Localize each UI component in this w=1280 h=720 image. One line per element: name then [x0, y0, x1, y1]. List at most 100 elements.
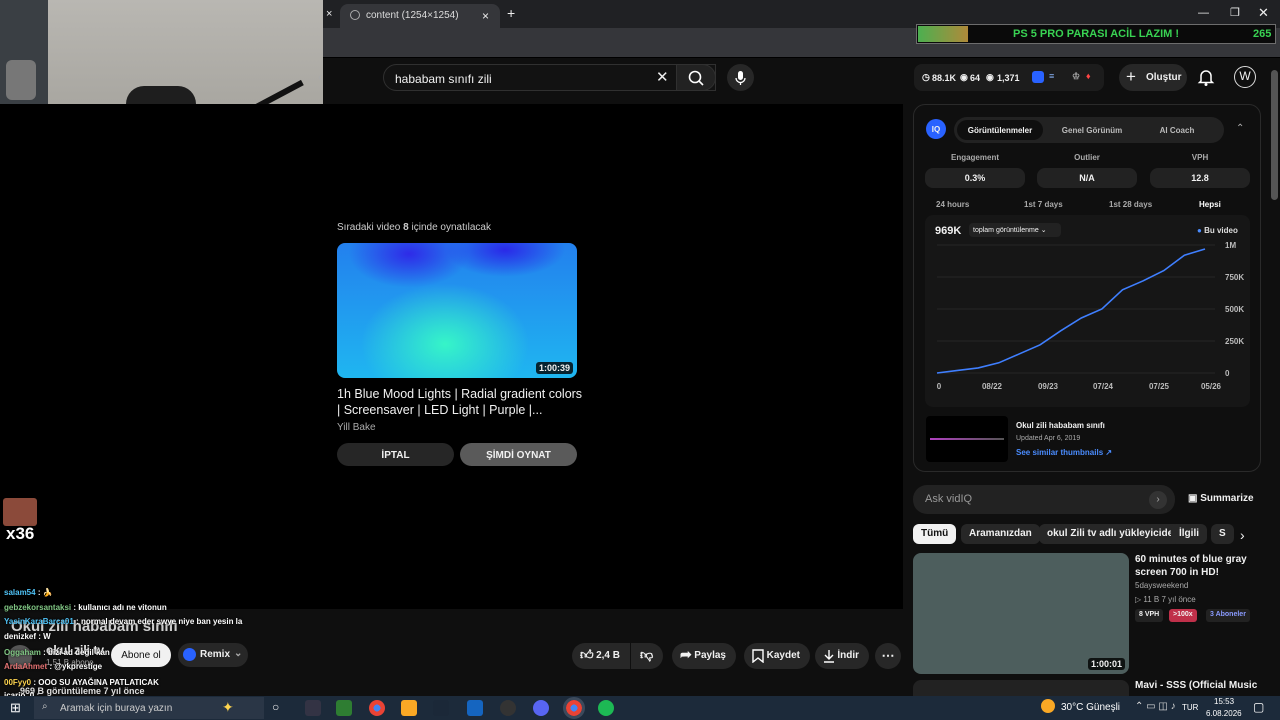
tab-ai-coach[interactable]: AI Coach — [1134, 120, 1220, 140]
subscribe-button[interactable]: Abone ol — [111, 643, 171, 667]
range-tab[interactable]: 1st 7 days — [1024, 200, 1063, 209]
book-icon: ▣ — [1188, 493, 1198, 504]
donation-text: PS 5 PRO PARASI ACİL LAZIM ! — [1013, 28, 1180, 40]
next-video-thumbnail[interactable]: 1:00:39 — [337, 243, 577, 378]
summarize-label: Summarize — [1200, 493, 1254, 504]
close-tab-icon[interactable]: × — [482, 9, 489, 23]
create-button[interactable]: + Oluştur — [1119, 64, 1187, 91]
collapse-icon[interactable]: ⌃ — [1236, 123, 1244, 134]
weather-text[interactable]: 30°C Güneşli — [1061, 702, 1120, 713]
browser-tab[interactable]: content (1254×1254) × — [340, 4, 500, 28]
range-tab[interactable]: 24 hours — [936, 200, 969, 209]
search-button[interactable] — [676, 64, 716, 91]
range-tab[interactable]: Hepsi — [1199, 200, 1221, 209]
metric-value: 12.8 — [1150, 168, 1250, 188]
obs-icon[interactable] — [500, 700, 516, 716]
more-actions-button[interactable]: ⋯ — [875, 643, 901, 669]
chart-svg: 0 250K 500K 750K 1M 0 08/22 09/23 07/24 07/25 05/2… — [937, 241, 1245, 391]
notification-center-icon[interactable]: ▢ — [1253, 700, 1264, 714]
cancel-autoplay-button[interactable]: İPTAL — [337, 443, 454, 466]
ask-vidiq-input[interactable]: Ask vidIQ › — [913, 485, 1175, 514]
task-view-icon[interactable]: ○ — [272, 700, 279, 714]
save-button[interactable]: Kaydet — [744, 643, 810, 669]
bell-alert-icon[interactable]: ♦ — [1086, 71, 1091, 81]
bookmark-icon — [752, 649, 764, 663]
discord-icon[interactable] — [533, 700, 549, 716]
chat-text: : @ykprestige — [47, 662, 103, 671]
vidiq-panel: IQ Görüntülenmeler Genel Görünüm AI Coac… — [913, 104, 1261, 472]
chat-username: Oggaham — [4, 648, 41, 657]
like-button[interactable]: 👍︎ 2,4 B — [572, 643, 630, 669]
filter-chip[interactable]: İlgili — [1171, 524, 1207, 544]
folder-icon[interactable] — [401, 700, 417, 716]
stat-views: 88.1K — [932, 73, 957, 83]
recommended-meta: ▷ 11 B 7 yıl önce — [1135, 595, 1196, 604]
notifications-button[interactable] — [1195, 66, 1217, 88]
new-tab-icon[interactable]: + — [507, 5, 515, 21]
page-scrollbar[interactable] — [1271, 70, 1278, 200]
save-label: Kaydet — [766, 650, 800, 661]
chat-text: : 🍌 — [35, 588, 53, 597]
avatar[interactable]: W — [1234, 66, 1256, 88]
windows-start-icon[interactable]: ⊞ — [10, 700, 21, 716]
waveform — [930, 438, 1004, 440]
next-video-title[interactable]: 1h Blue Mood Lights | Radial gradient co… — [337, 386, 597, 418]
chat-text: : normal devam eder swye niye ban yesin … — [73, 617, 243, 626]
metric-value: 0.3% — [925, 168, 1025, 188]
clock-time[interactable]: 15:53 — [1214, 697, 1234, 706]
thumbs-up-icon: 👍︎ — [580, 647, 594, 662]
voice-search-button[interactable] — [727, 64, 754, 91]
x-tick-label: 0 — [937, 382, 942, 391]
recommended-thumbnail[interactable]: 1:00:01 — [913, 553, 1129, 674]
globe-icon — [350, 10, 360, 20]
play-now-button[interactable]: ŞİMDİ OYNAT — [460, 443, 577, 466]
close-tab-icon[interactable]: × — [326, 8, 332, 20]
steam-icon[interactable] — [433, 700, 449, 716]
clear-search-icon[interactable]: ✕ — [656, 68, 669, 86]
stat-count: 1,371 — [997, 73, 1020, 83]
tray-icons[interactable]: ⌃ ▭ ◫ ♪ — [1135, 701, 1176, 712]
x-tick-label: 08/22 — [982, 382, 1003, 391]
related-thumbnail[interactable] — [926, 416, 1008, 462]
language-indicator[interactable]: TUR — [1182, 703, 1198, 712]
store-icon[interactable] — [336, 700, 352, 716]
dislike-button[interactable]: 👎︎ — [631, 643, 663, 669]
chrome-active-icon[interactable] — [563, 697, 585, 719]
send-icon[interactable]: › — [1149, 491, 1167, 509]
close-window-icon[interactable]: ✕ — [1258, 5, 1269, 21]
trophy-icon[interactable]: ♔ — [1072, 71, 1080, 82]
recommended-thumbnail-2[interactable] — [913, 680, 1129, 696]
minimize-icon[interactable]: — — [1198, 7, 1209, 19]
spotify-icon[interactable] — [598, 700, 614, 716]
filter-chip[interactable]: Aramanızdan — [961, 524, 1040, 544]
download-button[interactable]: İndir — [815, 643, 869, 669]
list-icon[interactable]: ≡ — [1049, 71, 1054, 81]
filter-chip[interactable]: S — [1211, 524, 1234, 544]
donation-bar: PS 5 PRO PARASI ACİL LAZIM ! 265 — [916, 24, 1276, 44]
filter-chip[interactable]: okul Zili tv adlı yükleyiciden — [1039, 524, 1188, 544]
tab-overview[interactable]: Genel Görünüm — [1049, 120, 1135, 140]
summarize-button[interactable]: ▣ Summarize — [1188, 493, 1254, 504]
clock-icon: ◷ — [922, 72, 930, 82]
share-button[interactable]: ➦ Paylaş — [672, 643, 736, 669]
tab-views[interactable]: Görüntülenmeler — [957, 120, 1043, 140]
remix-button[interactable]: Remix ⌄ — [178, 643, 248, 667]
related-title: Okul zili hababam sınıfı — [1016, 421, 1105, 430]
similar-thumbnails-link[interactable]: See similar thumbnails ↗ — [1016, 448, 1112, 457]
clock-date[interactable]: 6.08.2026 — [1206, 709, 1242, 718]
donation-count: 265 — [1253, 28, 1272, 40]
restore-icon[interactable]: ❐ — [1230, 6, 1240, 19]
range-tab[interactable]: 1st 28 days — [1109, 200, 1152, 209]
chevron-left-icon[interactable]: ‹ — [318, 70, 322, 84]
app-icon[interactable] — [305, 700, 321, 716]
filter-chip[interactable]: Tümü — [913, 524, 957, 544]
chevron-right-icon[interactable]: › — [1240, 527, 1245, 543]
chat-text: : bizi ad değil kan — [40, 648, 110, 657]
chrome-icon[interactable] — [369, 700, 385, 716]
next-video-duration: 1:00:39 — [535, 362, 573, 374]
recommended-title[interactable]: 60 minutes of blue gray screen 700 in HD… — [1135, 553, 1270, 579]
recommended-title-2[interactable]: Mavi - SSS (Official Music — [1135, 680, 1257, 691]
vidiq-logo-icon[interactable] — [1032, 71, 1044, 83]
views-chart: 969K toplam görüntülenme ⌄ ● Bu video 02… — [925, 215, 1250, 407]
app-icon[interactable] — [467, 700, 483, 716]
